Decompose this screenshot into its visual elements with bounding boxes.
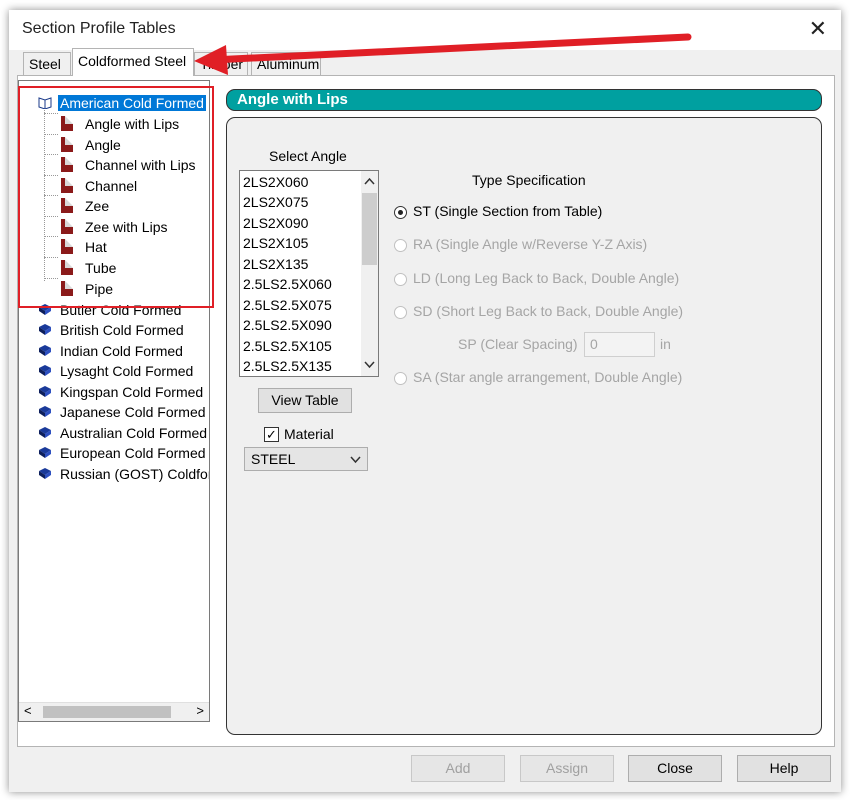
open-book-icon <box>38 97 52 109</box>
tab-aluminum[interactable]: Aluminum <box>251 52 321 75</box>
scroll-right-arrow[interactable]: > <box>196 703 204 718</box>
select-angle-label: Select Angle <box>269 148 347 164</box>
tree-item-australian-cold-formed[interactable]: Australian Cold Formed <box>39 423 209 443</box>
clear-spacing-unit: in <box>660 336 671 352</box>
tree-item-european-cold-formed[interactable]: European Cold Formed <box>39 443 208 463</box>
tree-item-butler-cold-formed[interactable]: Butler Cold Formed <box>39 300 183 320</box>
section-tree[interactable]: American Cold Formed Angle with Lips Ang… <box>18 80 210 722</box>
tree-item-kingspan-cold-formed[interactable]: Kingspan Cold Formed <box>39 382 205 402</box>
tab-timber[interactable]: Timber <box>194 52 248 75</box>
clear-spacing-input[interactable]: 0 <box>584 332 655 357</box>
type-specification-title: Type Specification <box>472 172 586 188</box>
book-icon <box>39 468 51 479</box>
title-bar: Section Profile Tables ✕ <box>9 10 841 50</box>
tree-item-american-cold-formed[interactable]: American Cold Formed <box>38 93 206 113</box>
tree-item-indian-cold-formed[interactable]: Indian Cold Formed <box>39 341 185 361</box>
book-icon <box>39 406 51 417</box>
tree-item-russian-gost-coldform[interactable]: Russian (GOST) Coldform <box>39 464 209 484</box>
tree-horizontal-scrollbar[interactable]: < > <box>19 702 209 721</box>
view-table-button[interactable]: View Table <box>258 388 352 413</box>
tree-item-hat[interactable]: Hat <box>61 237 109 257</box>
section-icon <box>61 116 73 131</box>
tree-item-zee-with-lips[interactable]: Zee with Lips <box>61 217 169 237</box>
radio-ld[interactable] <box>394 273 407 286</box>
section-icon <box>61 137 73 152</box>
radio-sa-label: SA (Star angle arrangement, Double Angle… <box>413 369 683 385</box>
tree-item-japanese-cold-formed[interactable]: Japanese Cold Formed <box>39 402 208 422</box>
help-button[interactable]: Help <box>737 755 831 782</box>
radio-ld-label: LD (Long Leg Back to Back, Double Angle) <box>413 270 680 286</box>
clear-spacing-label: SP (Clear Spacing) <box>458 336 578 352</box>
section-icon <box>61 178 73 193</box>
scroll-thumb[interactable] <box>362 193 377 265</box>
section-icon <box>61 219 73 234</box>
book-icon <box>39 386 51 397</box>
section-header: Angle with Lips <box>226 89 822 111</box>
tab-label: Coldformed Steel <box>78 53 187 69</box>
radio-ra-label: RA (Single Angle w/Reverse Y-Z Axis) <box>413 236 648 252</box>
listbox-vertical-scrollbar[interactable] <box>361 171 378 376</box>
scroll-left-arrow[interactable]: < <box>24 703 32 718</box>
section-icon <box>61 260 73 275</box>
material-checkbox[interactable]: ✓ <box>264 427 279 442</box>
list-item[interactable]: 2LS2X135 <box>243 254 308 274</box>
tree-item-pipe[interactable]: Pipe <box>61 279 115 299</box>
list-item[interactable]: 2LS2X075 <box>243 192 308 212</box>
list-item[interactable]: 2LS2X060 <box>243 172 308 192</box>
book-icon <box>39 324 51 335</box>
list-item[interactable]: 2.5LS2.5X090 <box>243 315 332 335</box>
angle-listbox[interactable]: 2LS2X060 2LS2X075 2LS2X090 2LS2X105 2LS2… <box>239 170 379 377</box>
radio-st[interactable] <box>394 206 407 219</box>
radio-ra[interactable] <box>394 239 407 252</box>
tab-label: Aluminum <box>257 56 320 72</box>
book-icon <box>39 365 51 376</box>
book-icon <box>39 345 51 356</box>
tab-label: Steel <box>29 56 61 72</box>
chevron-down-icon[interactable] <box>364 361 375 369</box>
book-icon <box>39 304 51 315</box>
tab-coldformed-steel[interactable]: Coldformed Steel <box>72 48 194 76</box>
radio-st-label: ST (Single Section from Table) <box>413 203 603 219</box>
window-title: Section Profile Tables <box>22 20 176 37</box>
tree-item-angle[interactable]: Angle <box>61 135 123 155</box>
list-item[interactable]: 2.5LS2.5X075 <box>243 295 332 315</box>
tab-steel[interactable]: Steel <box>23 52 71 75</box>
tree-item-tube[interactable]: Tube <box>61 258 118 278</box>
section-icon <box>61 239 73 254</box>
list-item[interactable]: 2.5LS2.5X105 <box>243 336 332 356</box>
tree-item-lysaght-cold-formed[interactable]: Lysaght Cold Formed <box>39 361 195 381</box>
tree-item-channel-with-lips[interactable]: Channel with Lips <box>61 155 198 175</box>
tree-item-british-cold-formed[interactable]: British Cold Formed <box>39 320 186 340</box>
close-button[interactable]: Close <box>628 755 722 782</box>
tree-item-angle-with-lips[interactable]: Angle with Lips <box>61 114 181 134</box>
close-icon[interactable]: ✕ <box>809 16 827 42</box>
tree-item-zee[interactable]: Zee <box>61 196 111 216</box>
list-item[interactable]: 2.5LS2.5X135 <box>243 356 332 376</box>
radio-sa[interactable] <box>394 372 407 385</box>
section-icon <box>61 198 73 213</box>
tab-label: Timber <box>200 56 244 72</box>
section-icon <box>61 157 73 172</box>
material-select[interactable]: STEEL <box>244 447 368 471</box>
scroll-thumb[interactable] <box>43 706 171 718</box>
add-button[interactable]: Add <box>411 755 505 782</box>
radio-sd[interactable] <box>394 306 407 319</box>
book-icon <box>39 447 51 458</box>
list-item[interactable]: 2LS2X090 <box>243 213 308 233</box>
material-select-value: STEEL <box>251 451 296 467</box>
material-label: Material <box>284 426 334 442</box>
section-icon <box>61 281 73 296</box>
tree-item-channel[interactable]: Channel <box>61 176 139 196</box>
chevron-down-icon <box>350 456 361 464</box>
chevron-up-icon[interactable] <box>364 177 375 185</box>
assign-button[interactable]: Assign <box>520 755 614 782</box>
list-item[interactable]: 2.5LS2.5X060 <box>243 274 332 294</box>
book-icon <box>39 427 51 438</box>
radio-sd-label: SD (Short Leg Back to Back, Double Angle… <box>413 303 684 319</box>
list-item[interactable]: 2LS2X105 <box>243 233 308 253</box>
